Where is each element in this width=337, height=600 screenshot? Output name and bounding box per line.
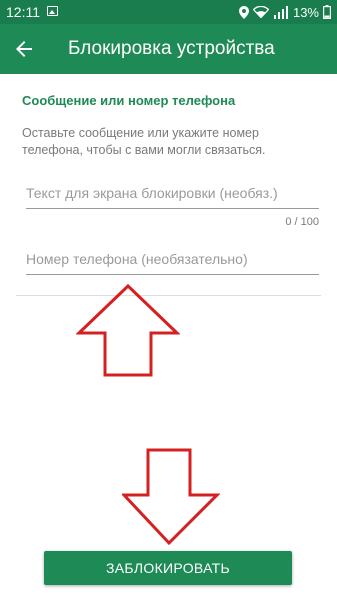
character-counter: 0 / 100 xyxy=(285,216,319,228)
battery-percent: 13% xyxy=(292,4,319,20)
section-heading: Сообщение или номер телефона xyxy=(22,93,236,108)
lock-device-button[interactable]: ЗАБЛОКИРОВАТЬ xyxy=(44,551,292,585)
status-icons: 13% xyxy=(238,3,331,21)
status-time: 12:11 xyxy=(6,4,40,20)
phone-number-input[interactable] xyxy=(26,248,319,275)
gallery-icon xyxy=(47,6,58,16)
wifi-icon xyxy=(252,6,269,18)
back-button[interactable] xyxy=(12,37,36,61)
annotation-arrow-down-icon xyxy=(122,448,220,546)
lock-screen-text-input[interactable] xyxy=(26,182,319,209)
arrow-left-icon xyxy=(16,41,32,57)
battery-icon xyxy=(323,5,331,19)
signal-icon xyxy=(273,5,288,19)
location-icon xyxy=(238,5,249,19)
status-bar: 12:11 13% xyxy=(0,0,337,24)
app-bar: Блокировка устройства xyxy=(0,24,337,74)
page-title: Блокировка устройства xyxy=(68,38,275,59)
annotation-arrow-up-icon xyxy=(76,284,180,377)
section-description: Оставьте сообщение или укажите номер тел… xyxy=(22,126,266,157)
